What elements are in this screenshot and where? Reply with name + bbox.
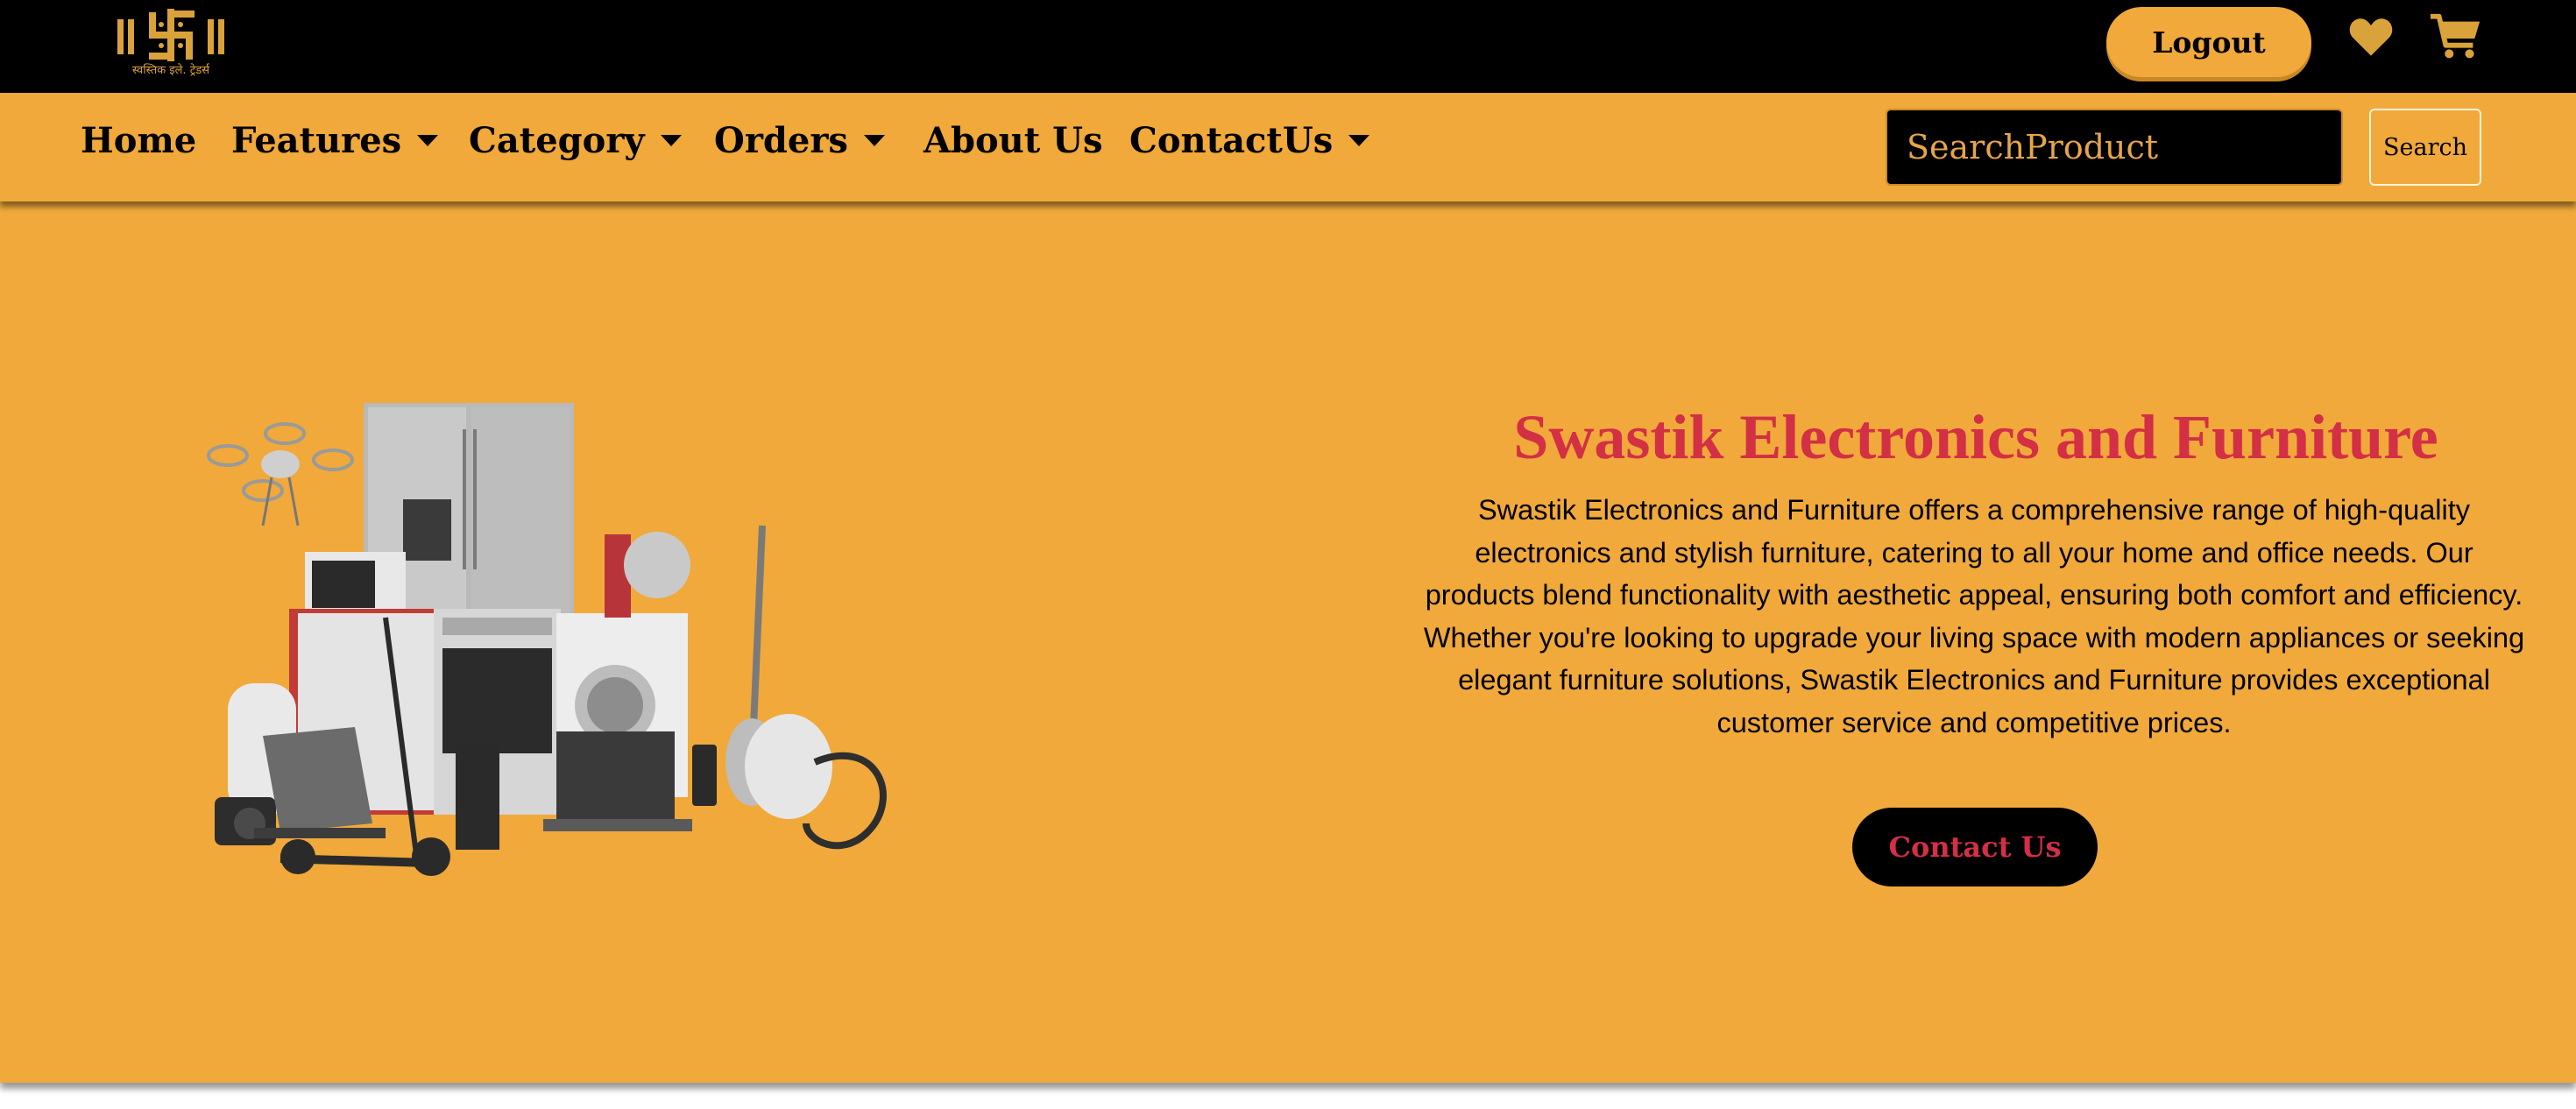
top-bar: स्वस्तिक इले. ट्रेडर्स Logout	[0, 0, 2576, 93]
nav-contactus-dropdown[interactable]: ContactUs	[1129, 117, 1370, 163]
caret-down-icon	[1348, 134, 1370, 146]
hero-description: Swastik Electronics and Furniture offers…	[1423, 494, 2525, 738]
nav-orders-dropdown[interactable]: Orders	[714, 117, 885, 163]
caret-down-icon	[417, 134, 439, 146]
search-input[interactable]	[1886, 109, 2343, 186]
logo-caption: स्वस्तिक इले. ट्रेडर्स	[132, 64, 209, 77]
nav-about-label: About Us	[924, 119, 1103, 161]
contact-us-button[interactable]: Contact Us	[1852, 808, 2098, 886]
swastik-logo-icon	[117, 9, 224, 61]
nav-features-label: Features	[231, 119, 402, 161]
appliances-collage-image	[207, 403, 887, 876]
nav-category-dropdown[interactable]: Category	[469, 117, 682, 163]
logout-button[interactable]: Logout	[2106, 7, 2311, 77]
hero-title: Swastik Electronics and Furniture	[1513, 402, 2438, 472]
nav-contact-label: ContactUs	[1129, 119, 1334, 161]
hero-section: Swastik Electronics and Furniture Swasti…	[0, 201, 2576, 1083]
search-button[interactable]: Search	[2369, 109, 2481, 186]
main-navbar: Home Features Category Orders About Us C…	[0, 93, 2576, 201]
cart-icon[interactable]	[2429, 12, 2483, 61]
nav-home-label: Home	[81, 119, 197, 161]
brand-logo[interactable]: स्वस्तिक इले. ट्रेडर्स	[114, 7, 228, 77]
nav-category-label: Category	[469, 119, 645, 161]
nav-home[interactable]: Home	[81, 117, 196, 163]
nav-about-us[interactable]: About Us	[924, 117, 1103, 163]
heart-icon[interactable]	[2348, 16, 2394, 58]
drone-icon	[207, 422, 354, 526]
nav-orders-label: Orders	[714, 119, 848, 161]
caret-down-icon	[863, 134, 885, 146]
nav-features-dropdown[interactable]: Features	[231, 117, 439, 163]
caret-down-icon	[660, 134, 682, 146]
